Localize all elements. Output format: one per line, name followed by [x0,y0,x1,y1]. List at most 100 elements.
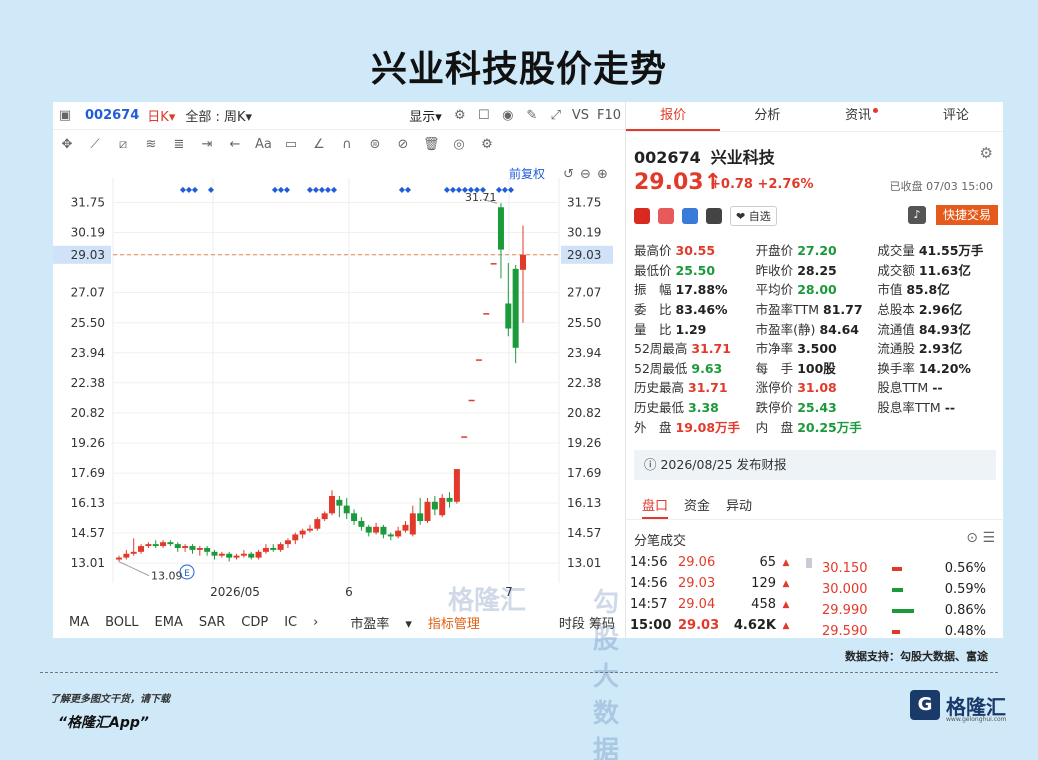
margin-icon[interactable] [658,208,674,224]
zoom-out-icon[interactable]: ⊖ [580,167,591,182]
text-tool-icon[interactable]: Aa [255,137,272,153]
quote-label: 流通股 [877,341,915,357]
quote-settings-icon[interactable]: ⚙ [980,144,993,162]
trades-scrollbar[interactable] [806,558,814,628]
tab-anomaly[interactable]: 异动 [726,494,752,519]
tag-icon[interactable] [682,208,698,224]
candle-body [424,501,431,522]
tab-news[interactable]: 资讯 [815,102,909,131]
wave-tool-icon[interactable]: ≋ [143,137,159,153]
y-tick-label-right: 22.38 [567,376,601,390]
indicator-pe[interactable]: 市盈率 ▾ [334,613,412,632]
orders-list: 30.150 0.56% 30.000 0.59% 29.990 0.86% 29.590 0… [822,558,1002,638]
pen-icon[interactable]: ✎ [524,108,540,124]
earnings-notice: ⓘ 2026/08/25 发布财报 [634,450,996,480]
trade-price: 29.03 [678,618,720,633]
trades-title: 分笔成交 [634,534,687,549]
candle-body [395,530,402,537]
y-tick-label-left: 29.03 [71,248,105,262]
divider [40,672,998,673]
fuquan-toggle[interactable]: 前复权 [509,166,545,181]
note-tool-icon[interactable]: ▭ [283,137,299,153]
reset-icon[interactable]: ↺ [563,167,574,182]
lock-icon[interactable]: ⊜ [367,137,383,153]
indicator-ema[interactable]: EMA [155,615,183,630]
trash-icon[interactable]: 🗑 [423,137,440,153]
scope-select[interactable]: 全部 : 周K▾ [185,106,252,125]
sidebar-toggle-icon[interactable]: ▣ [57,108,73,124]
quote-row: 委 比 83.46% 市盈率TTM 81.77 总股本 2.96亿 [634,299,999,319]
hide-icon[interactable]: ⊘ [395,137,411,153]
indicator-ic[interactable]: IC [284,615,297,630]
more-icon[interactable]: ⊙ [966,530,978,546]
order-bar [892,566,932,571]
indicator-more-icon[interactable]: › [313,615,318,630]
move-icon[interactable]: ✥ [59,137,75,153]
line-tool-icon[interactable]: ⟋ [87,137,103,153]
quote-label: 成交额 [877,262,915,278]
fullscreen-icon[interactable]: ⤢ [548,108,564,124]
settings-icon[interactable]: ⚙ [452,108,468,124]
tab-analysis[interactable]: 分析 [720,102,814,131]
y-tick-label-right: 20.82 [567,406,601,420]
tab-orderbook[interactable]: 盘口 [642,494,669,519]
indicator-sar[interactable]: SAR [199,615,225,630]
event-diamond-icon: ◆ [331,185,338,194]
order-price: 30.150 [822,561,868,576]
display-select[interactable]: 显示▾ [409,106,442,125]
drawing-settings-icon[interactable]: ⚙ [479,137,495,153]
tab-quote[interactable]: 报价 [626,102,721,131]
fib-tool-icon[interactable]: ≣ [171,137,187,153]
trade-volume: 129 [751,576,776,591]
alert-bell-icon[interactable]: ♪ [908,206,926,224]
compare-button[interactable]: VS [572,108,589,123]
indicator-boll[interactable]: BOLL [105,615,138,630]
layout-icon[interactable]: ☐ [476,108,492,124]
quote-value: 17.88% [675,282,728,298]
data-source: 数据支持：勾股大数据、富途 [845,650,988,663]
quote-cell: 涨停价 31.08 [756,377,878,396]
angle-tool-icon[interactable]: ∠ [311,137,327,153]
indicator-ma[interactable]: MA [69,615,89,630]
candle-body [490,263,497,265]
quote-label: 市值 [877,282,903,298]
quote-row: 52周最低 9.63 每 手 100股 换手率 14.20% [634,358,999,378]
add-watchlist-button[interactable]: ❤ 自选 [730,206,777,226]
camera-icon[interactable]: ◉ [500,108,516,124]
quote-value: 31.08 [797,380,837,396]
candle-body [182,546,189,548]
doc-icon[interactable] [706,208,722,224]
high-label: 31.71 [465,191,497,204]
y-tick-label-left: 25.50 [71,316,105,330]
quote-value: 2.93亿 [918,341,963,357]
quote-value: 11.63亿 [918,262,971,278]
candle-body [116,557,122,560]
quote-cell: 最高价 30.55 [634,240,756,259]
eye-icon[interactable]: ◎ [451,137,467,153]
f10-button[interactable]: F10 [597,108,621,123]
channel-tool-icon[interactable]: ⧄ [115,137,131,153]
tab-capital[interactable]: 资金 [684,494,710,519]
quote-cell: 平均价 28.00 [756,279,878,298]
tab-comments[interactable]: 评论 [909,102,1003,131]
period-select[interactable]: 日K▾ [147,106,175,125]
indicator-cdp[interactable]: CDP [241,615,268,630]
quote-value: 25.50 [675,262,716,278]
quote-label: 市净率 [755,341,794,357]
trade-row: 15:00 29.03 4.62K ▲ [626,615,816,636]
magnet-icon[interactable]: ∩ [339,137,355,153]
candle-body [431,501,438,510]
info-icon: ⓘ [644,457,661,472]
quick-trade-button[interactable]: 快捷交易 [936,205,998,225]
candle-body [409,513,416,535]
kline-chart[interactable]: 31.75 31.75 30.19 30.19 29.03 29.03 27.07 27.07… [53,158,625,604]
quote-label: 每 手 [755,360,794,376]
arrow-tool-icon[interactable]: ← [227,137,243,153]
quote-label: 市盈率TTM [755,302,820,318]
badge-row: ❤ 自选 [634,206,777,226]
zoom-in-icon[interactable]: ⊕ [597,167,608,182]
candle-body [189,546,196,550]
menu-icon[interactable]: ☰ [982,530,995,546]
quote-label: 涨停价 [755,380,794,396]
measure-tool-icon[interactable]: ⇥ [199,137,215,153]
